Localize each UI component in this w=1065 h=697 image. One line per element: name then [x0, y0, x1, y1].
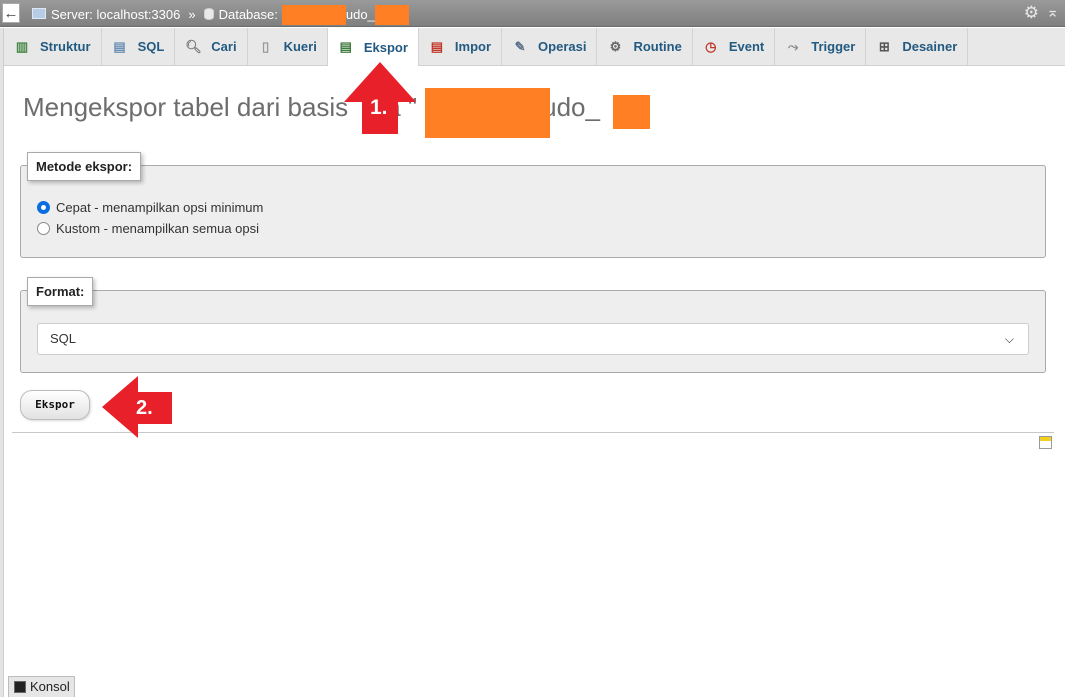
export-method-legend: Metode ekspor:	[27, 152, 142, 181]
tab-kueri[interactable]: ▯ Kueri	[248, 28, 328, 65]
tab-desainer[interactable]: ⊞ Desainer	[866, 28, 969, 65]
annotation-step2: 2.	[136, 397, 153, 419]
format-legend: Format:	[27, 277, 94, 306]
console-icon	[14, 680, 26, 693]
tab-label: Event	[728, 39, 765, 54]
breadcrumb-database-label[interactable]: Database:	[219, 7, 278, 22]
radio-custom-label[interactable]: Kustom - menampilkan semua opsi	[56, 221, 259, 236]
import-icon: ▤	[430, 38, 444, 54]
tab-routine[interactable]: ⚙ Routine	[597, 28, 693, 65]
structure-icon: ▥	[15, 38, 29, 54]
breadcrumb-server[interactable]: Server: localhost:3306	[51, 7, 180, 22]
export-button[interactable]: Ekspor	[20, 390, 90, 420]
annotation-step1: 1.	[370, 96, 388, 119]
tab-label: SQL	[137, 39, 165, 54]
tab-label: Kueri	[283, 39, 317, 54]
designer-icon: ⊞	[878, 38, 890, 54]
redaction-box	[374, 4, 409, 25]
tab-sql[interactable]: ▤ SQL	[102, 28, 176, 65]
breadcrumb: ← Server: localhost:3306 » Database: udo_ ⚙…	[0, 0, 1065, 27]
radio-custom[interactable]: Kustom - menampilkan semua opsi	[37, 221, 259, 236]
tab-label: Impor	[454, 39, 492, 54]
tab-label: Operasi	[538, 39, 587, 54]
gear-icon[interactable]: ⚙	[1024, 3, 1039, 23]
query-icon: ▯	[262, 38, 270, 54]
console-label: Konsol	[30, 679, 70, 694]
clock-icon: ◷	[705, 38, 717, 54]
radio-button-checked[interactable]	[37, 201, 50, 214]
tab-bar: ▥ Struktur ▤ SQL 🔍︎ Cari ▯ Kueri ▤ Ekspor ▤ Im…	[4, 28, 1065, 66]
tab-label: Cari	[211, 39, 237, 54]
wrench-icon: ✎	[514, 38, 526, 54]
tab-trigger[interactable]: ⤳ Trigger	[775, 28, 867, 65]
console-button[interactable]: Konsol	[8, 676, 75, 697]
redaction-box	[281, 4, 346, 25]
format-select[interactable]: SQL ⌵	[37, 323, 1029, 355]
chevron-down-icon: ⌵	[1004, 332, 1014, 346]
server-icon	[32, 8, 46, 20]
export-icon: ▤	[339, 39, 352, 54]
database-icon	[203, 7, 214, 20]
routine-icon: ⚙	[609, 38, 622, 54]
notes-icon[interactable]	[1039, 436, 1052, 449]
tab-label: Desainer	[902, 39, 958, 54]
left-edge	[0, 28, 4, 697]
tab-cari[interactable]: 🔍︎ Cari	[175, 28, 248, 65]
format-fieldset: Format: SQL ⌵	[20, 277, 1046, 373]
back-arrow-icon[interactable]: ←	[2, 3, 20, 23]
title-end: udo_	[542, 92, 600, 122]
tab-label: Ekspor	[363, 39, 408, 55]
tab-label: Struktur	[40, 39, 91, 54]
redaction-box	[425, 88, 550, 138]
sql-icon: ▤	[113, 38, 126, 54]
tab-label: Trigger	[811, 39, 856, 54]
trigger-icon: ⤳	[788, 38, 799, 54]
redaction-box	[613, 95, 650, 129]
tab-struktur[interactable]: ▥ Struktur	[4, 28, 102, 65]
tab-impor[interactable]: ▤ Impor	[419, 28, 503, 65]
breadcrumb-separator: »	[188, 7, 196, 23]
export-method-fieldset: Metode ekspor: Cepat - menampilkan opsi …	[20, 152, 1046, 258]
tab-operasi[interactable]: ✎ Operasi	[502, 28, 598, 65]
search-icon: 🔍︎	[185, 38, 202, 54]
breadcrumb-database-name[interactable]: udo_	[346, 7, 375, 22]
radio-quick-label[interactable]: Cepat - menampilkan opsi minimum	[56, 200, 263, 215]
radio-quick[interactable]: Cepat - menampilkan opsi minimum	[37, 200, 263, 215]
title-start: Mengekspor tabel dari basis	[23, 92, 349, 122]
format-select-value: SQL	[50, 331, 77, 346]
collapse-icon[interactable]: ⌅	[1046, 2, 1059, 24]
tab-event[interactable]: ◷ Event	[693, 28, 776, 65]
tab-label: Routine	[633, 39, 682, 54]
radio-button[interactable]	[37, 222, 50, 235]
